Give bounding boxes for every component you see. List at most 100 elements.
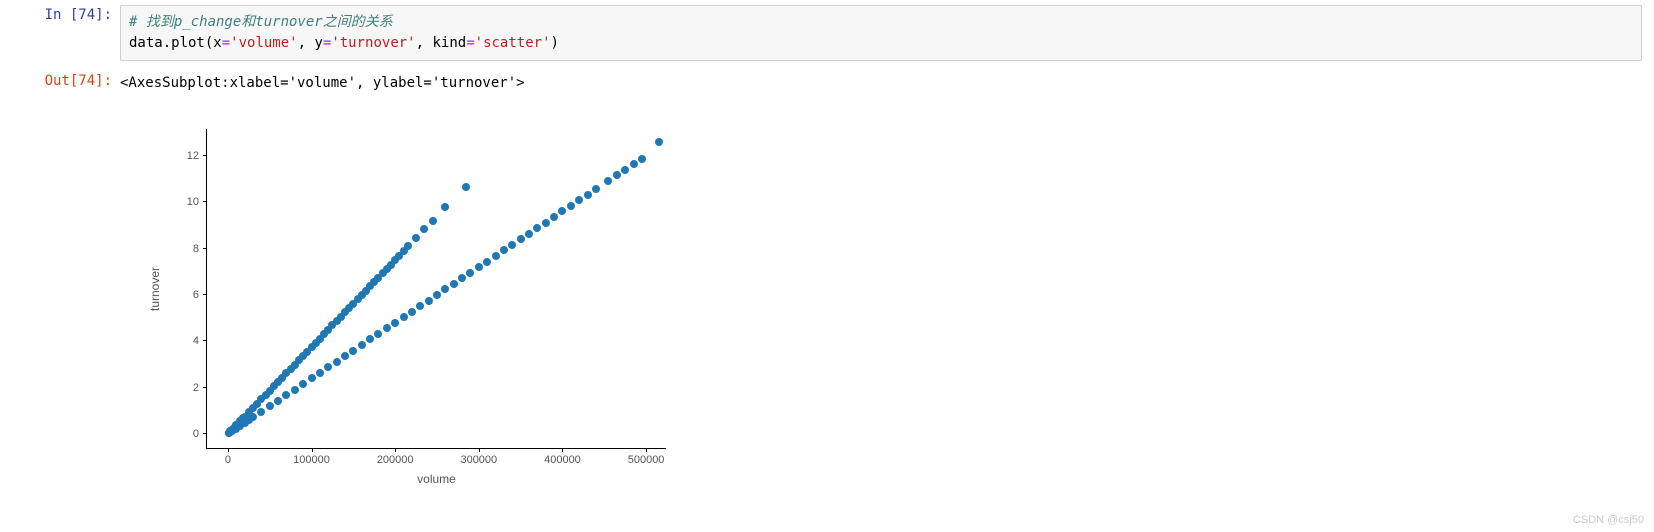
y-tick-label: 4 bbox=[193, 335, 199, 347]
y-tick-label: 6 bbox=[193, 289, 199, 301]
input-prompt: In [74]: bbox=[0, 5, 120, 26]
scatter-point bbox=[291, 386, 299, 394]
x-tick-label: 0 bbox=[225, 454, 231, 466]
scatter-point bbox=[592, 185, 600, 193]
scatter-point bbox=[308, 374, 316, 382]
y-tick-mark bbox=[203, 387, 207, 388]
x-tick-mark bbox=[228, 448, 229, 452]
y-axis-label: turnover bbox=[148, 266, 162, 310]
scatter-point bbox=[450, 280, 458, 288]
scatter-point bbox=[533, 224, 541, 232]
scatter-point bbox=[604, 177, 612, 185]
scatter-point bbox=[425, 297, 433, 305]
x-tick-label: 500000 bbox=[628, 454, 665, 466]
scatter-point bbox=[416, 302, 424, 310]
code-string: 'volume' bbox=[230, 35, 297, 51]
output-prompt: Out[74]: bbox=[0, 71, 120, 92]
scatter-point bbox=[525, 230, 533, 238]
scatter-point bbox=[475, 263, 483, 271]
code-text: data.plot(x bbox=[129, 35, 222, 51]
code-input[interactable]: # 找到p_change和turnover之间的关系 data.plot(x='… bbox=[120, 5, 1642, 61]
scatter-point bbox=[266, 402, 274, 410]
code-text: , y bbox=[298, 35, 323, 51]
y-tick-mark bbox=[203, 248, 207, 249]
scatter-point bbox=[333, 358, 341, 366]
output-cell: Out[74]: <AxesSubplot:xlabel='volume', y… bbox=[0, 66, 1654, 101]
scatter-point bbox=[567, 202, 575, 210]
y-tick-mark bbox=[203, 201, 207, 202]
code-op: = bbox=[222, 35, 230, 51]
scatter-point bbox=[517, 235, 525, 243]
y-tick-label: 2 bbox=[193, 382, 199, 394]
scatter-point bbox=[412, 234, 420, 242]
x-tick-label: 100000 bbox=[293, 454, 330, 466]
x-axis-label: volume bbox=[417, 472, 456, 486]
y-tick-label: 12 bbox=[187, 150, 199, 162]
scatter-point bbox=[404, 242, 412, 250]
scatter-point bbox=[349, 347, 357, 355]
x-tick-mark bbox=[646, 448, 647, 452]
scatter-point bbox=[274, 397, 282, 405]
scatter-point bbox=[441, 285, 449, 293]
y-tick-label: 8 bbox=[193, 243, 199, 255]
x-tick-label: 200000 bbox=[377, 454, 414, 466]
x-tick-label: 400000 bbox=[544, 454, 581, 466]
y-tick-mark bbox=[203, 433, 207, 434]
scatter-point bbox=[341, 352, 349, 360]
code-text: ) bbox=[551, 35, 559, 51]
y-tick-mark bbox=[203, 340, 207, 341]
scatter-point bbox=[655, 138, 663, 146]
scatter-point bbox=[584, 191, 592, 199]
code-op: = bbox=[466, 35, 474, 51]
scatter-point bbox=[366, 335, 374, 343]
scatter-point bbox=[500, 246, 508, 254]
scatter-plot: volume turnover 0 2 4 6 8 10 12 0 100000 200000 30… bbox=[130, 111, 690, 501]
x-tick-mark bbox=[395, 448, 396, 452]
scatter-point bbox=[358, 341, 366, 349]
scatter-point bbox=[575, 196, 583, 204]
scatter-point bbox=[429, 217, 437, 225]
input-cell: In [74]: # 找到p_change和turnover之间的关系 data… bbox=[0, 0, 1654, 66]
scatter-point bbox=[374, 330, 382, 338]
scatter-point bbox=[282, 391, 290, 399]
scatter-point bbox=[316, 369, 324, 377]
scatter-point bbox=[542, 219, 550, 227]
scatter-point bbox=[550, 213, 558, 221]
output-text: <AxesSubplot:xlabel='volume', ylabel='tu… bbox=[120, 71, 1654, 96]
scatter-point bbox=[492, 252, 500, 260]
x-tick-mark bbox=[312, 448, 313, 452]
scatter-point bbox=[458, 274, 466, 282]
code-string: 'turnover' bbox=[331, 35, 415, 51]
scatter-point bbox=[391, 319, 399, 327]
x-tick-label: 300000 bbox=[460, 454, 497, 466]
scatter-point bbox=[462, 183, 470, 191]
scatter-point bbox=[433, 291, 441, 299]
scatter-point bbox=[466, 269, 474, 277]
y-tick-mark bbox=[203, 294, 207, 295]
x-tick-mark bbox=[479, 448, 480, 452]
scatter-point bbox=[613, 171, 621, 179]
plot-axes: volume turnover 024681012010000020000030… bbox=[206, 129, 666, 449]
y-tick-label: 0 bbox=[193, 428, 199, 440]
scatter-point bbox=[441, 203, 449, 211]
scatter-point bbox=[630, 160, 638, 168]
code-comment: # 找到p_change和turnover之间的关系 bbox=[129, 14, 393, 30]
y-tick-label: 10 bbox=[187, 196, 199, 208]
scatter-point bbox=[257, 408, 265, 416]
scatter-point bbox=[400, 313, 408, 321]
scatter-point bbox=[508, 241, 516, 249]
scatter-point bbox=[324, 363, 332, 371]
y-tick-mark bbox=[203, 155, 207, 156]
scatter-point bbox=[483, 258, 491, 266]
scatter-point bbox=[299, 380, 307, 388]
watermark-text: CSDN @csj50 bbox=[1573, 514, 1644, 526]
scatter-point bbox=[638, 155, 646, 163]
code-string: 'scatter' bbox=[475, 35, 551, 51]
scatter-point bbox=[420, 225, 428, 233]
scatter-point bbox=[383, 324, 391, 332]
x-tick-mark bbox=[562, 448, 563, 452]
scatter-point bbox=[249, 413, 257, 421]
code-text: , kind bbox=[416, 35, 467, 51]
scatter-point bbox=[408, 308, 416, 316]
scatter-point bbox=[558, 207, 566, 215]
